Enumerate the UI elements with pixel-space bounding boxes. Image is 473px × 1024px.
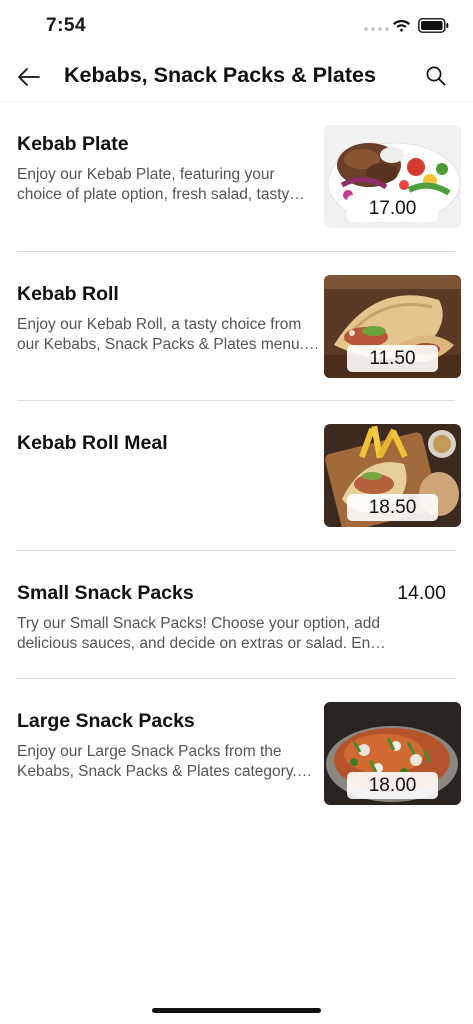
item-price: 14.00	[397, 582, 446, 604]
menu-item-kebab-roll[interactable]: Kebab Roll Enjoy our Kebab Roll, a tasty…	[17, 275, 461, 378]
divider	[17, 400, 455, 401]
arrow-left-icon	[18, 68, 40, 86]
menu-item-small-snack-packs[interactable]: Small Snack Packs Try our Small Snack Pa…	[17, 582, 461, 662]
item-text: Large Snack Packs Enjoy our Large Snack …	[17, 710, 317, 782]
home-indicator[interactable]	[152, 1008, 321, 1013]
price-badge: 18.50	[347, 494, 438, 521]
divider	[17, 550, 455, 551]
item-description: Try our Small Snack Packs! Choose your o…	[17, 615, 386, 652]
kebab-roll-photo: 11.50	[324, 275, 461, 378]
item-text: Kebab Roll Enjoy our Kebab Roll, a tasty…	[17, 283, 317, 355]
back-button[interactable]	[14, 62, 44, 92]
battery-icon	[418, 18, 449, 38]
large-snack-packs-photo: 18.00	[324, 702, 461, 805]
header: Kebabs, Snack Packs & Plates	[0, 52, 473, 102]
menu-item-large-snack-packs[interactable]: Large Snack Packs Enjoy our Large Snack …	[17, 702, 461, 805]
item-text: Kebab Roll Meal	[17, 432, 317, 455]
status-time: 7:54	[46, 15, 87, 36]
status-bar: 7:54	[0, 0, 473, 52]
page-title: Kebabs, Snack Packs & Plates	[64, 63, 376, 87]
item-text: Kebab Plate Enjoy our Kebab Plate, featu…	[17, 133, 317, 205]
search-button[interactable]	[422, 62, 450, 90]
item-name: Small Snack Packs	[17, 582, 194, 604]
item-description: Enjoy our Large Snack Packs from the Keb…	[17, 743, 313, 780]
item-name: Large Snack Packs	[17, 710, 195, 732]
wifi-icon	[392, 17, 411, 37]
item-description: Enjoy our Kebab Roll, a tasty choice fro…	[17, 316, 317, 353]
kebab-plate-photo: 17.00	[324, 125, 461, 228]
menu-item-kebab-plate[interactable]: Kebab Plate Enjoy our Kebab Plate, featu…	[17, 125, 461, 228]
menu-category-screen: 7:54 Kebabs, Snack Packs & Plates Kebab …	[0, 0, 473, 1024]
item-name: Kebab Plate	[17, 133, 129, 155]
search-icon	[426, 66, 446, 86]
item-name: Kebab Roll Meal	[17, 432, 168, 454]
menu-item-kebab-roll-meal[interactable]: Kebab Roll Meal 18.50	[17, 424, 461, 527]
price-badge: 18.00	[347, 772, 438, 799]
item-name: Kebab Roll	[17, 283, 119, 305]
price-badge: 17.00	[347, 195, 438, 222]
divider	[17, 678, 455, 679]
price-badge: 11.50	[347, 345, 438, 372]
item-text: Small Snack Packs Try our Small Snack Pa…	[17, 582, 397, 654]
kebab-roll-meal-photo: 18.50	[324, 424, 461, 527]
divider	[17, 251, 455, 252]
item-description: Enjoy our Kebab Plate, featuring your ch…	[17, 166, 305, 203]
cellular-signal-icon	[364, 27, 389, 31]
